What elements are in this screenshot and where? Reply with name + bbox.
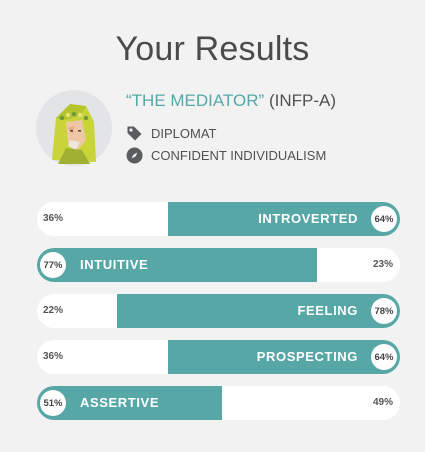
trait-label: INTROVERTED (258, 211, 358, 226)
opposite-percent: 23% (372, 259, 393, 270)
trait-bar-feeling[interactable]: FEELING 78% 22% (37, 294, 400, 328)
trait-label: INTUITIVE (80, 257, 149, 272)
tag-icon (126, 125, 143, 142)
trait-percent-badge: 51% (40, 390, 66, 416)
trait-bar-prospecting[interactable]: PROSPECTING 64% 36% (37, 340, 400, 374)
opposite-percent: 49% (372, 397, 393, 408)
trait-percent-badge: 77% (40, 252, 66, 278)
opposite-percent: 36% (43, 351, 64, 362)
trait-label: ASSERTIVE (80, 395, 160, 410)
trait-label: PROSPECTING (256, 349, 358, 364)
mediator-avatar (36, 90, 112, 166)
role-label: DIPLOMAT (151, 126, 217, 141)
strategy-row: CONFIDENT INDIVIDUALISM (126, 147, 326, 164)
role-row: DIPLOMAT (126, 125, 217, 142)
strategy-label: CONFIDENT INDIVIDUALISM (151, 148, 327, 163)
trait-label: FEELING (297, 303, 358, 318)
opposite-percent: 22% (43, 305, 64, 316)
trait-percent-badge: 64% (371, 344, 397, 370)
personality-type: “THE MEDIATOR” (INFP-A) (126, 91, 336, 111)
trait-fill (37, 248, 317, 282)
page-title: Your Results (115, 30, 310, 68)
trait-bar-introverted[interactable]: INTROVERTED 64% 36% (37, 202, 400, 236)
trait-percent-badge: 78% (371, 298, 397, 324)
type-name[interactable]: “THE MEDIATOR” (126, 91, 264, 110)
opposite-percent: 36% (43, 213, 64, 224)
trait-bar-intuitive[interactable]: INTUITIVE 77% 23% (37, 248, 400, 282)
trait-bar-assertive[interactable]: ASSERTIVE 51% 49% (37, 386, 400, 420)
compass-icon (126, 147, 143, 164)
trait-percent-badge: 64% (371, 206, 397, 232)
type-code: (INFP-A) (268, 91, 336, 110)
